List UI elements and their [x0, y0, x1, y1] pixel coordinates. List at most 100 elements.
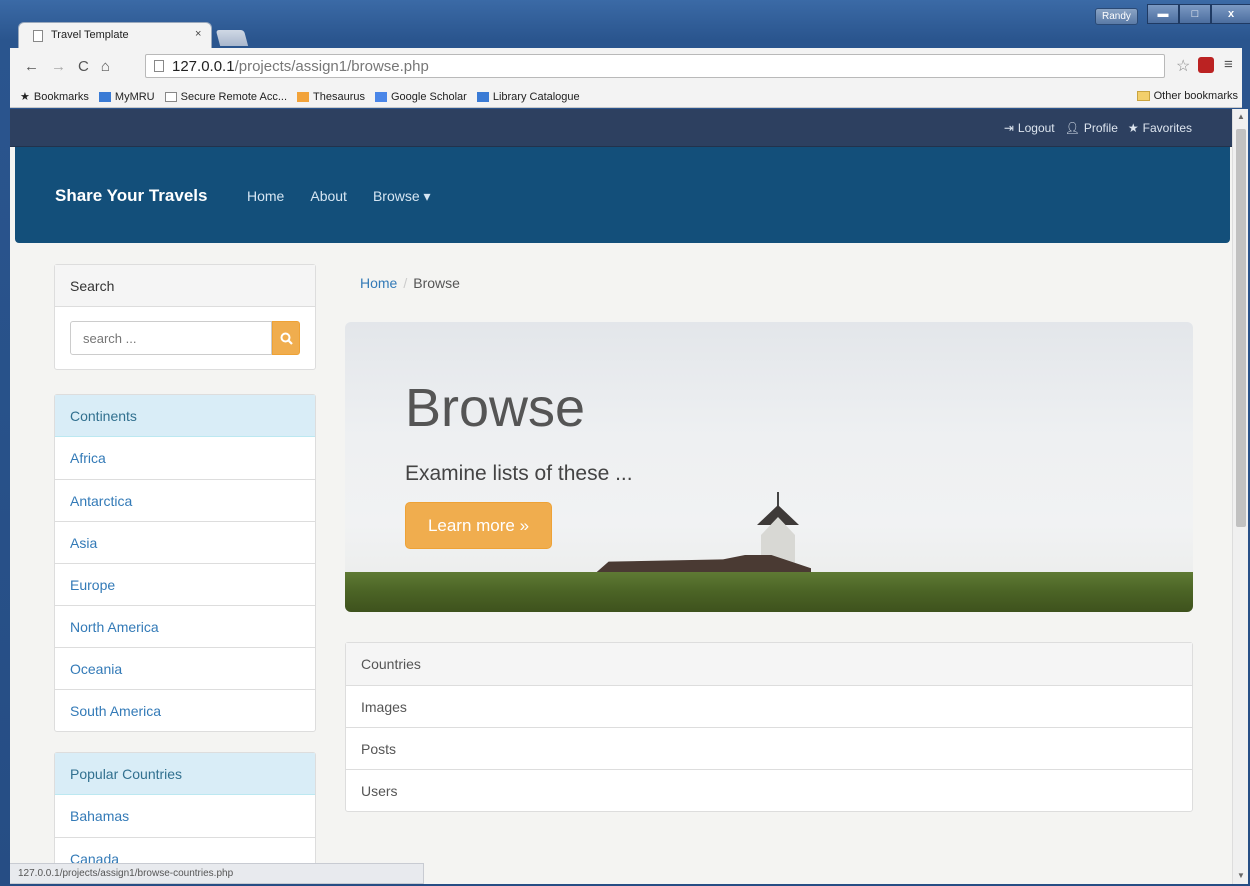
- bookmark-item[interactable]: MyMRU: [98, 90, 155, 103]
- breadcrumb-home[interactable]: Home: [360, 275, 397, 291]
- popular-heading: Popular Countries: [55, 753, 315, 795]
- bookmark-label: MyMRU: [114, 90, 155, 103]
- browse-list: Countries Images Posts Users: [345, 642, 1193, 812]
- minimize-button[interactable]: ▬: [1147, 4, 1179, 24]
- continent-link[interactable]: South America: [55, 689, 315, 731]
- home-icon[interactable]: ⌂: [101, 58, 110, 75]
- bookmark-label: Bookmarks: [33, 90, 89, 103]
- site-topbar: ⇥ Logout 👤︎ Profile ★ Favorites: [10, 109, 1232, 147]
- continents-panel: Continents Africa Antarctica Asia Europe…: [54, 394, 316, 732]
- bookmark-label: Secure Remote Acc...: [180, 90, 288, 103]
- scroll-thumb[interactable]: [1236, 129, 1246, 527]
- browser-toolbar: ← → C ⌂ 127.0.0.1/projects/assign1/brows…: [10, 48, 1242, 88]
- breadcrumb: Home / Browse: [360, 275, 460, 291]
- continent-link[interactable]: Africa: [55, 437, 315, 479]
- bookmark-item[interactable]: Google Scholar: [375, 91, 467, 103]
- scroll-up-icon[interactable]: ▲: [1237, 112, 1245, 121]
- nav-buttons: ← → C ⌂: [24, 58, 110, 75]
- new-tab-button[interactable]: [215, 30, 249, 46]
- address-bar[interactable]: 127.0.0.1/projects/assign1/browse.php: [145, 54, 1165, 78]
- breadcrumb-current: Browse: [413, 275, 460, 291]
- nav-home[interactable]: Home: [247, 188, 284, 205]
- continent-link[interactable]: Asia: [55, 521, 315, 563]
- logout-icon: ⇥: [1003, 121, 1014, 135]
- mymru-icon: [98, 91, 111, 102]
- back-icon[interactable]: ←: [24, 58, 39, 75]
- user-badge[interactable]: Randy: [1095, 8, 1138, 25]
- search-button[interactable]: [272, 321, 300, 355]
- page-icon: [154, 60, 164, 72]
- continent-link[interactable]: Europe: [55, 563, 315, 605]
- star-icon: ★: [1127, 121, 1139, 135]
- other-bookmarks-label: Other bookmarks: [1153, 90, 1238, 102]
- continent-link[interactable]: Antarctica: [55, 479, 315, 521]
- favorites-label: Favorites: [1142, 121, 1192, 135]
- star-icon: ★: [20, 91, 30, 103]
- maximize-button[interactable]: □: [1179, 4, 1211, 24]
- browse-item-users[interactable]: Users: [346, 769, 1192, 811]
- close-window-button[interactable]: x: [1211, 4, 1250, 24]
- cornfield-image: [345, 572, 1193, 612]
- weathervane-image: [777, 492, 779, 506]
- url-path: /projects/assign1/browse.php: [234, 58, 429, 75]
- page-scrollbar[interactable]: ▲ ▼: [1232, 109, 1248, 884]
- brand-link[interactable]: Share Your Travels: [55, 186, 207, 206]
- search-icon: [280, 332, 293, 345]
- thesaurus-icon: [297, 91, 310, 102]
- status-bar: 127.0.0.1/projects/assign1/browse-countr…: [10, 863, 424, 884]
- folder-icon: [1136, 91, 1150, 101]
- library-icon: [476, 91, 489, 102]
- page-viewport: ⇥ Logout 👤︎ Profile ★ Favorites Share Your …: [10, 109, 1232, 884]
- user-icon: 👤︎: [1064, 121, 1080, 135]
- continents-list: Africa Antarctica Asia Europe North Amer…: [55, 437, 315, 731]
- profile-label: Profile: [1083, 121, 1118, 135]
- search-panel: Search: [54, 264, 316, 370]
- bookmark-item[interactable]: Thesaurus: [297, 91, 365, 103]
- logout-link[interactable]: ⇥ Logout: [1004, 121, 1055, 135]
- bookmark-star-icon[interactable]: ☆: [1176, 56, 1190, 76]
- continent-link[interactable]: Oceania: [55, 647, 315, 689]
- window-controls: ▬ □ x: [1147, 4, 1250, 24]
- profile-link[interactable]: 👤︎ Profile: [1065, 121, 1118, 135]
- bookmark-item[interactable]: Secure Remote Acc...: [164, 90, 288, 103]
- scroll-down-icon[interactable]: ▼: [1237, 871, 1245, 880]
- favorites-link[interactable]: ★ Favorites: [1128, 121, 1192, 135]
- forward-icon[interactable]: →: [51, 58, 66, 75]
- site-navbar: Share Your Travels Home About Browse ▾: [15, 147, 1230, 243]
- bookmark-label: Thesaurus: [313, 90, 365, 103]
- bookmark-item[interactable]: ★ Bookmarks: [20, 90, 89, 104]
- bookmark-item[interactable]: Library Catalogue: [476, 90, 580, 103]
- browse-item-posts[interactable]: Posts: [346, 727, 1192, 769]
- hero-subtitle: Examine lists of these ...: [405, 462, 633, 485]
- search-input[interactable]: [70, 321, 272, 355]
- account-links: ⇥ Logout 👤︎ Profile ★ Favorites: [1004, 121, 1192, 135]
- nav-browse-dropdown[interactable]: Browse ▾: [373, 188, 431, 205]
- extension-icon[interactable]: [1198, 57, 1214, 73]
- browser-tab[interactable]: Travel Template ×: [18, 22, 212, 48]
- hero-title: Browse: [405, 378, 586, 438]
- nav-about[interactable]: About: [310, 188, 347, 205]
- continent-link[interactable]: North America: [55, 605, 315, 647]
- bookmark-label: Google Scholar: [391, 90, 467, 103]
- search-body: [55, 307, 315, 369]
- other-bookmarks[interactable]: Other bookmarks: [1136, 90, 1238, 102]
- browse-item-images[interactable]: Images: [346, 685, 1192, 727]
- reload-icon[interactable]: C: [78, 58, 89, 75]
- continents-heading: Continents: [55, 395, 315, 437]
- tab-close-icon[interactable]: ×: [195, 28, 201, 40]
- breadcrumb-separator: /: [403, 275, 408, 291]
- learn-more-button[interactable]: Learn more »: [405, 502, 552, 549]
- url-host: 127.0.0.1: [172, 58, 235, 75]
- menu-icon[interactable]: ≡: [1224, 56, 1233, 73]
- search-heading: Search: [55, 265, 315, 307]
- browser-window: Randy ▬ □ x Travel Template × ← → C ⌂ 12…: [0, 0, 1250, 886]
- browse-item-countries[interactable]: Countries: [346, 643, 1192, 685]
- bookmarks-bar: ★ Bookmarks MyMRU Secure Remote Acc... Th…: [10, 86, 1242, 108]
- page-icon: [164, 91, 177, 102]
- bookmark-label: Library Catalogue: [492, 90, 580, 103]
- main-nav: Home About Browse ▾: [247, 188, 431, 205]
- page-icon: [33, 30, 43, 42]
- logout-label: Logout: [1017, 121, 1055, 135]
- tab-title: Travel Template: [51, 29, 129, 41]
- country-link[interactable]: Bahamas: [55, 795, 315, 837]
